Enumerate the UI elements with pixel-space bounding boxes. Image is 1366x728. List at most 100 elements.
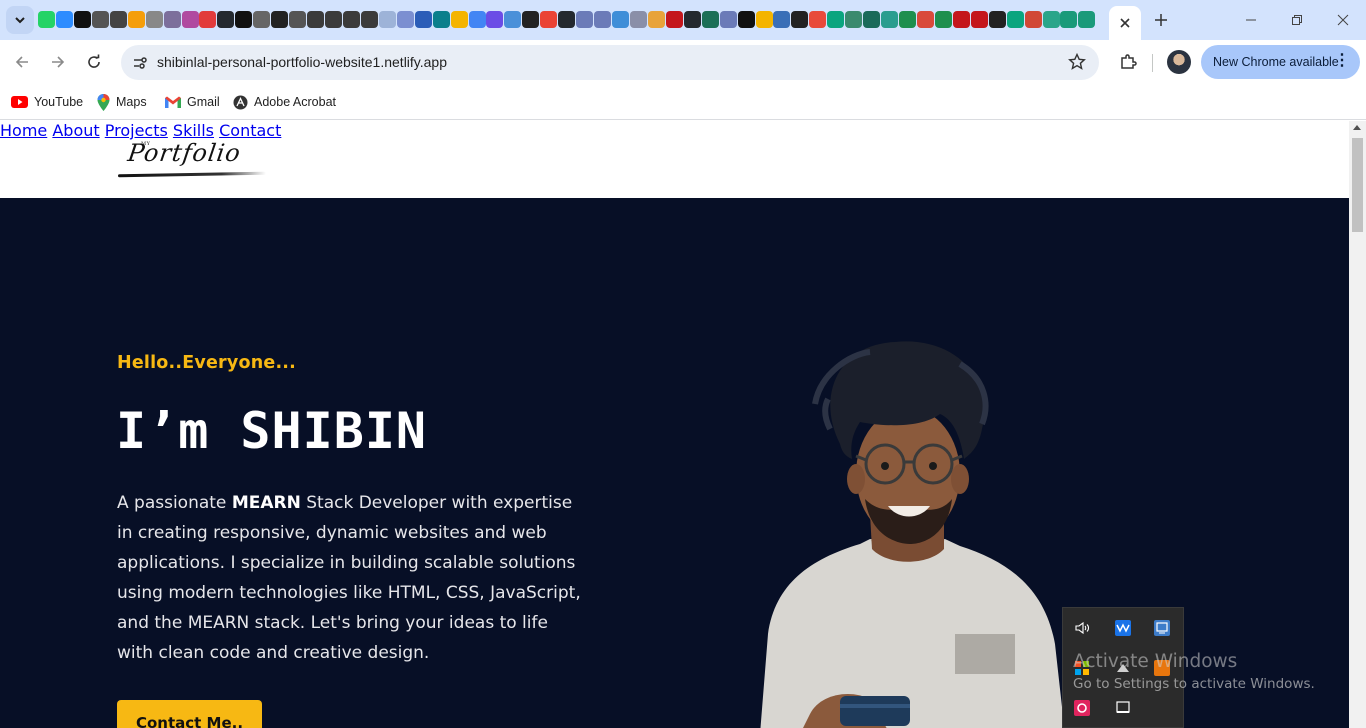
app-icon[interactable] [378,11,396,28]
plus-icon [1155,14,1167,26]
close-icon[interactable] [1119,17,1131,29]
github-icon[interactable] [683,11,701,28]
openai-icon[interactable] [307,11,325,28]
sigma-icon[interactable] [522,11,540,28]
site-logo[interactable]: MY Portfolio [116,135,268,185]
scroll-up-arrow-icon[interactable] [1353,125,1361,130]
app-icon[interactable] [612,11,629,28]
game-icon[interactable] [289,11,307,28]
close-window-button[interactable] [1320,6,1366,34]
app-icon[interactable] [719,11,737,28]
restore-button[interactable] [1274,6,1320,34]
network-app-icon[interactable] [1154,620,1170,636]
audio-app-icon[interactable] [1115,620,1131,636]
github-icon[interactable] [217,11,235,28]
volume-icon[interactable] [1074,620,1090,636]
github-icon[interactable] [558,11,576,28]
b-app-icon[interactable] [486,11,504,28]
notion-icon[interactable] [145,11,163,28]
page-scrollbar[interactable] [1349,121,1366,728]
profile-avatar[interactable] [1167,50,1191,74]
app-icon[interactable] [899,11,916,28]
app-icon[interactable] [755,11,773,28]
display-icon[interactable] [1115,700,1131,716]
app-icon[interactable] [396,11,414,28]
app-icon[interactable] [594,11,612,28]
nav-home[interactable]: Home [0,121,47,140]
app-icon[interactable] [504,11,522,28]
active-tab[interactable] [1109,6,1141,40]
bookmark-gmail[interactable]: Gmail [165,92,220,112]
app-icon[interactable] [934,11,952,28]
tab-search-button[interactable] [6,6,34,34]
bookmark-star-icon[interactable] [1067,52,1087,76]
app-icon[interactable] [647,11,665,28]
app-icon[interactable] [809,11,827,28]
app-icon[interactable] [1078,11,1096,28]
whatsapp-icon[interactable] [38,11,55,28]
app-icon[interactable] [701,11,719,28]
app-icon[interactable] [73,11,91,28]
game-icon[interactable] [109,11,127,28]
maps-icon [97,93,110,111]
bookmarks-bar: YouTube Maps Gmail Adobe Acrobat [0,85,1366,120]
openai-icon[interactable] [360,11,378,28]
bookmark-maps[interactable]: Maps [97,92,147,112]
app-icon[interactable] [432,11,450,28]
maps-icon[interactable] [450,11,468,28]
youtube-icon [11,96,28,108]
app-icon[interactable] [414,11,432,28]
scroll-thumb[interactable] [1352,138,1363,232]
google-icon[interactable] [468,11,486,28]
squarespace-icon[interactable] [127,11,145,28]
game-icon[interactable] [91,11,109,28]
app-icon[interactable] [773,11,791,28]
app-icon[interactable] [1024,11,1042,28]
forward-button[interactable] [44,48,72,76]
app-icon[interactable] [576,11,594,28]
app-icon[interactable] [916,11,934,28]
notion-icon[interactable] [970,11,988,28]
update-chrome-button[interactable]: New Chrome available ⋮ [1201,45,1360,79]
notion-icon[interactable] [235,11,253,28]
l-app-icon[interactable] [791,11,809,28]
bookmark-adobe-acrobat[interactable]: Adobe Acrobat [233,92,336,112]
address-bar[interactable]: shibinlal-personal-portfolio-website1.ne… [121,45,1099,80]
minimize-button[interactable] [1228,6,1274,34]
app-icon[interactable] [827,11,845,28]
app-icon[interactable] [863,11,881,28]
app-icon[interactable] [737,11,755,28]
app-icon[interactable] [988,11,1006,28]
pinned-tabs [38,11,1096,29]
bookmark-youtube[interactable]: YouTube [11,92,83,112]
app-icon[interactable] [163,11,181,28]
notion-icon[interactable] [952,11,970,28]
gmail-icon [165,96,181,108]
app-icon[interactable] [1060,11,1078,28]
nav-about[interactable]: About [52,121,99,140]
app-icon[interactable] [253,11,271,28]
app-icon[interactable] [629,11,647,28]
app-icon[interactable] [845,11,863,28]
m-app-icon[interactable] [271,11,289,28]
openai-icon[interactable] [325,11,342,28]
toolbar-separator [1152,54,1153,72]
app-icon[interactable] [181,11,199,28]
notion-icon[interactable] [665,11,683,28]
app-icon[interactable] [1006,11,1024,28]
url-text[interactable]: shibinlal-personal-portfolio-website1.ne… [157,54,447,70]
site-info-icon[interactable] [127,50,152,75]
extensions-button[interactable] [1114,48,1142,76]
more-menu-icon[interactable]: ⋮ [1334,53,1350,69]
contact-me-button[interactable]: Contact Me.. [117,700,262,728]
zoom-icon[interactable] [55,11,73,28]
gmail-icon[interactable] [1042,11,1060,28]
app-icon[interactable] [1074,700,1090,716]
s-app-icon[interactable] [199,11,217,28]
back-button[interactable] [8,48,36,76]
new-tab-button[interactable] [1150,9,1172,31]
gmail-icon[interactable] [540,11,558,28]
openai-icon[interactable] [342,11,360,28]
reload-button[interactable] [80,48,108,76]
app-icon[interactable] [881,11,899,28]
